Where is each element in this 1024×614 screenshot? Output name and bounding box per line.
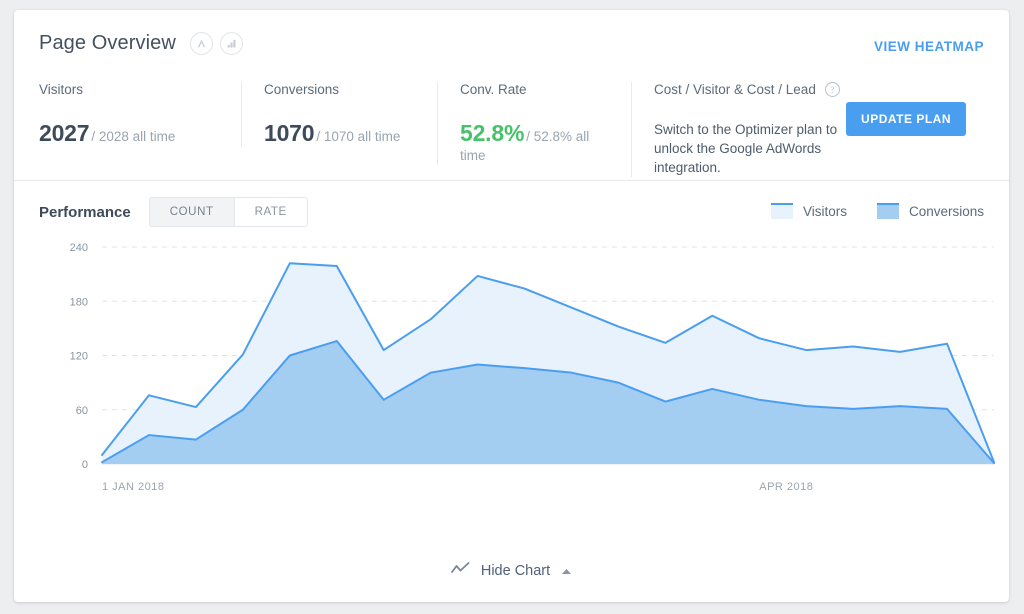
x-axis-tick-label: APR 2018 bbox=[759, 481, 813, 493]
legend-label-conversions: Conversions bbox=[908, 203, 984, 219]
y-axis-tick-label: 180 bbox=[70, 296, 88, 308]
y-axis-tick-label: 0 bbox=[82, 459, 88, 471]
toggle-option-count[interactable]: COUNT bbox=[149, 198, 234, 226]
stat-conversions-value-group: 1070/ 1070 all time bbox=[264, 120, 419, 147]
legend-label-visitors: Visitors bbox=[802, 203, 847, 219]
legend-swatch-conversions bbox=[876, 203, 899, 219]
update-plan-button[interactable]: UPDATE PLAN bbox=[846, 102, 966, 136]
stat-conv-rate-label: Conv. Rate bbox=[460, 82, 527, 97]
bar-chart-icon[interactable] bbox=[219, 32, 243, 55]
line-chart-icon bbox=[450, 562, 470, 580]
page-overview-card: Page Overview VIEW HEATMAP Visitors 2027… bbox=[14, 10, 1009, 602]
chart-legend: Visitors Conversions bbox=[741, 203, 984, 219]
caret-up-icon bbox=[561, 562, 572, 580]
stat-visitors-sub: / 2028 all time bbox=[91, 129, 176, 144]
cost-panel-label: Cost / Visitor & Cost / Lead ? bbox=[654, 82, 846, 97]
stat-conv-rate-value: 52.8% bbox=[460, 120, 525, 146]
view-heatmap-link[interactable]: VIEW HEATMAP bbox=[874, 39, 984, 54]
legend-item-conversions[interactable]: Conversions bbox=[876, 203, 984, 219]
stat-conversions: Conversions 1070/ 1070 all time bbox=[241, 82, 437, 147]
chart-svg: 0 60 120 180 240 1 JAN 2018 APR 2018 bbox=[70, 242, 995, 493]
card-footer: Hide Chart bbox=[14, 540, 1009, 602]
stat-visitors: Visitors 2027/ 2028 all time bbox=[39, 82, 241, 147]
performance-title: Performance bbox=[39, 203, 131, 221]
stat-visitors-label: Visitors bbox=[39, 82, 84, 97]
stat-cost-panel: Cost / Visitor & Cost / Lead ? Switch to… bbox=[631, 82, 984, 177]
stat-conv-rate: Conv. Rate 52.8%/ 52.8% all time bbox=[437, 82, 631, 165]
upgrade-promo-text: Switch to the Optimizer plan to unlock t… bbox=[654, 122, 838, 175]
y-axis-tick-label: 120 bbox=[70, 351, 88, 363]
stat-conversions-sub: / 1070 all time bbox=[316, 129, 401, 144]
stat-conversions-label: Conversions bbox=[264, 82, 340, 97]
cost-panel-label-text: Cost / Visitor & Cost / Lead bbox=[654, 82, 816, 97]
cost-panel-body: Cost / Visitor & Cost / Lead ? Switch to… bbox=[654, 82, 846, 177]
y-axis-tick-label: 60 bbox=[76, 405, 88, 417]
legend-item-visitors[interactable]: Visitors bbox=[770, 203, 847, 219]
x-axis-tick-label: 1 JAN 2018 bbox=[102, 481, 164, 493]
stat-conv-rate-value-group: 52.8%/ 52.8% all time bbox=[460, 120, 613, 165]
performance-chart[interactable]: 0 60 120 180 240 1 JAN 2018 APR 2018 bbox=[14, 239, 1009, 519]
performance-bar: Performance COUNT RATE Visitors Conversi… bbox=[14, 181, 1009, 239]
stat-visitors-value-group: 2027/ 2028 all time bbox=[39, 120, 223, 147]
page-title: Page Overview bbox=[39, 32, 176, 54]
stat-visitors-value: 2027 bbox=[39, 120, 90, 146]
hide-chart-button[interactable]: Hide Chart bbox=[450, 562, 572, 580]
peak-icon[interactable] bbox=[189, 32, 213, 55]
help-icon[interactable]: ? bbox=[824, 82, 840, 97]
stats-row: Visitors 2027/ 2028 all time Conversions… bbox=[39, 82, 984, 177]
title-row: Page Overview bbox=[39, 32, 250, 55]
card-header: Page Overview VIEW HEATMAP Visitors 2027… bbox=[14, 10, 1009, 181]
legend-swatch-visitors bbox=[770, 203, 793, 219]
performance-left: Performance COUNT RATE bbox=[39, 197, 308, 227]
toggle-option-rate[interactable]: RATE bbox=[233, 198, 307, 226]
hide-chart-label: Hide Chart bbox=[480, 563, 551, 579]
count-rate-toggle[interactable]: COUNT RATE bbox=[148, 197, 308, 227]
stat-conversions-value: 1070 bbox=[264, 120, 315, 146]
y-axis-tick-label: 240 bbox=[70, 242, 88, 254]
